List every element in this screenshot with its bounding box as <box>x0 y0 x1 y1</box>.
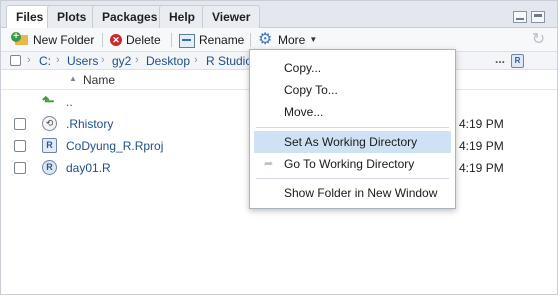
menu-item-copy-to[interactable]: Copy To... <box>254 79 451 101</box>
toolbar-separator <box>102 33 103 47</box>
tab-help[interactable]: Help <box>159 5 206 28</box>
chevron-right-icon: › <box>194 54 198 66</box>
file-modified: 4:19 PM <box>459 117 504 131</box>
tab-viewer[interactable]: Viewer <box>202 5 261 28</box>
maximize-pane-button[interactable] <box>531 11 545 23</box>
minimize-pane-button[interactable] <box>513 11 527 23</box>
more-label: More <box>278 32 306 47</box>
up-arrow-icon: ⬑ <box>42 93 55 110</box>
breadcrumb-item-desktop[interactable]: Desktop <box>146 54 190 68</box>
file-row-checkbox[interactable] <box>14 140 26 152</box>
file-name-link[interactable]: .Rhistory <box>66 117 113 131</box>
rename-icon <box>179 33 195 48</box>
menu-item-label: Copy To... <box>284 83 338 97</box>
menu-item-label: Show Folder in New Window <box>284 186 438 200</box>
file-name-link[interactable]: day01.R <box>66 161 111 175</box>
new-folder-icon <box>11 31 29 47</box>
chevron-down-icon: ▼ <box>309 35 318 44</box>
menu-item-label: Set As Working Directory <box>284 135 418 149</box>
sort-ascending-icon: ▲ <box>69 74 77 83</box>
refresh-icon[interactable]: ↻ <box>530 31 547 48</box>
tab-packages[interactable]: Packages <box>92 5 168 28</box>
new-folder-label: New Folder <box>33 32 95 47</box>
tab-plots[interactable]: Plots <box>47 5 97 28</box>
chevron-right-icon: › <box>27 54 31 66</box>
new-folder-button[interactable]: New Folder <box>11 31 94 48</box>
file-name-link[interactable]: CoDyung_R.Rproj <box>66 139 163 153</box>
menu-item-show-folder-new-window[interactable]: Show Folder in New Window <box>254 182 451 204</box>
menu-separator <box>256 178 449 179</box>
rproj-file-icon: R <box>42 138 57 153</box>
history-file-icon: ⟲ <box>42 116 57 131</box>
project-icon[interactable]: R <box>511 54 524 68</box>
menu-item-go-to-working-directory[interactable]: ➦ Go To Working Directory <box>254 153 451 175</box>
menu-item-move[interactable]: Move... <box>254 101 451 123</box>
files-toolbar: New Folder ✕ Delete Rename ⚙ More ▼ ↻ <box>1 28 557 51</box>
chevron-right-icon: › <box>56 54 60 66</box>
select-all-checkbox[interactable] <box>10 55 21 66</box>
toolbar-separator <box>171 33 172 47</box>
toolbar-separator <box>250 33 251 47</box>
pane-tab-bar: Files Plots Packages Help Viewer <box>1 1 557 29</box>
column-header-name[interactable]: Name <box>83 73 115 87</box>
chevron-right-icon: › <box>101 54 105 66</box>
breadcrumb-item-drive[interactable]: C: <box>39 54 51 68</box>
menu-item-label: Go To Working Directory <box>284 157 415 171</box>
menu-item-copy[interactable]: Copy... <box>254 57 451 79</box>
breadcrumb-overflow[interactable]: ... <box>495 52 505 66</box>
more-dropdown-menu: Copy... Copy To... Move... Set As Workin… <box>249 49 456 209</box>
menu-item-set-working-directory[interactable]: Set As Working Directory <box>254 131 451 153</box>
parent-directory-link[interactable]: .. <box>66 95 73 109</box>
file-modified: 4:19 PM <box>459 139 504 153</box>
delete-button[interactable]: ✕ Delete <box>110 31 161 48</box>
chevron-right-icon: › <box>135 54 139 66</box>
menu-item-label: Copy... <box>284 61 322 75</box>
gear-icon: ⚙ <box>258 30 273 48</box>
go-to-arrow-icon: ➦ <box>264 158 274 170</box>
more-button[interactable]: ⚙ More ▼ <box>258 31 317 48</box>
rename-label: Rename <box>199 32 245 47</box>
file-modified: 4:19 PM <box>459 161 504 175</box>
rename-button[interactable]: Rename <box>179 31 244 48</box>
file-row-checkbox[interactable] <box>14 162 26 174</box>
breadcrumb-item-users[interactable]: Users <box>67 54 98 68</box>
file-row-checkbox[interactable] <box>14 118 26 130</box>
delete-icon: ✕ <box>110 33 122 46</box>
breadcrumb-item-user[interactable]: gy2 <box>112 54 131 68</box>
delete-label: Delete <box>126 32 161 47</box>
menu-item-label: Move... <box>284 105 324 119</box>
r-script-icon: R <box>42 160 57 175</box>
breadcrumb-item-folder[interactable]: R Studio <box>206 54 252 68</box>
menu-separator <box>256 127 449 128</box>
